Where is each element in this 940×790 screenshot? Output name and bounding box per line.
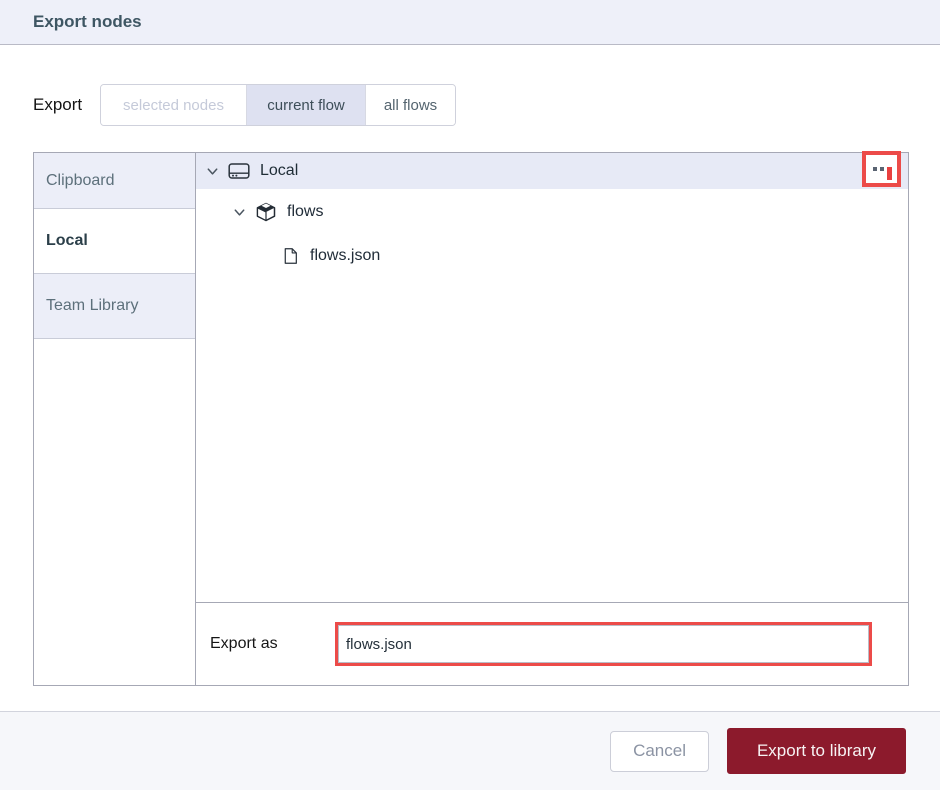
tree-row-flows-json[interactable]: flows.json (196, 241, 908, 271)
annotation-box (335, 622, 872, 666)
tree-row-local[interactable]: Local (196, 151, 908, 189)
export-scope-segmented-control: selected nodes current flow all flows (100, 84, 456, 126)
file-icon (284, 248, 297, 264)
chevron-down-icon[interactable] (232, 205, 247, 220)
library-menu-button[interactable] (866, 155, 897, 183)
chevron-down-icon[interactable] (205, 164, 220, 179)
library-tab-team-library[interactable]: Team Library (34, 274, 195, 339)
hard-drive-icon (228, 163, 250, 179)
dialog-title: Export nodes (33, 12, 142, 31)
library-browser: Clipboard Local Team Library Local flows… (33, 151, 909, 686)
tree-row-label: Local (260, 162, 299, 179)
tree-row-label: flows (287, 203, 324, 220)
cancel-button[interactable]: Cancel (610, 730, 709, 772)
tree-row-flows[interactable]: flows (196, 197, 908, 227)
segment-current-flow[interactable]: current flow (247, 85, 366, 125)
annotation-mark (887, 167, 892, 180)
dialog-header: Export nodes (0, 0, 940, 45)
library-tab-local[interactable]: Local (34, 209, 195, 274)
library-tree-pane: Local flows flows.json Export as flows.j… (196, 151, 908, 685)
segment-selected-nodes[interactable]: selected nodes (101, 85, 247, 125)
export-scope-row: Export selected nodes current flow all f… (33, 84, 456, 126)
filename-row: Export as (196, 602, 908, 685)
filename-label: Export as (210, 635, 278, 652)
tree-row-label: flows.json (310, 247, 381, 264)
library-tab-clipboard[interactable]: Clipboard (34, 153, 195, 209)
library-sidebar: Clipboard Local Team Library (34, 153, 196, 685)
export-to-library-button[interactable]: Export to library (727, 728, 906, 774)
export-scope-label: Export (33, 95, 83, 114)
annotation-box (862, 151, 901, 187)
package-icon (256, 202, 276, 222)
filename-input[interactable] (338, 625, 869, 663)
dialog-footer: Cancel Export to library (0, 711, 940, 790)
segment-all-flows[interactable]: all flows (366, 85, 455, 125)
